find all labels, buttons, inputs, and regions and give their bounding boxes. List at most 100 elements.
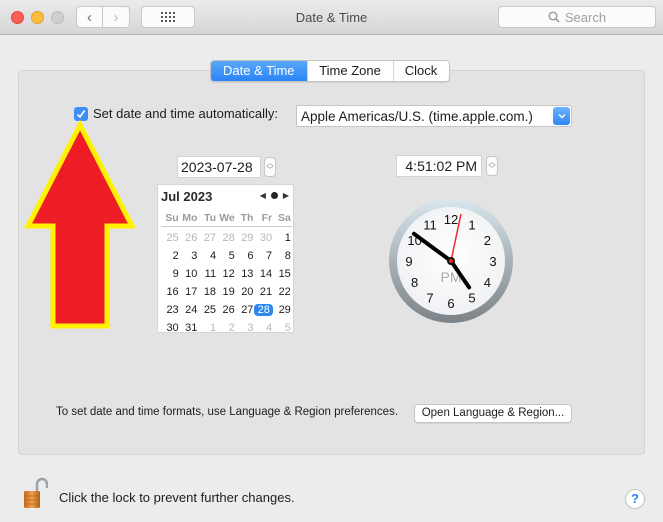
calendar-day[interactable]: 4 bbox=[198, 250, 217, 262]
weekday-label: Tu bbox=[204, 211, 217, 224]
calendar-day[interactable]: 17 bbox=[180, 286, 199, 298]
calendar-day[interactable]: 26 bbox=[180, 232, 199, 244]
calendar-day[interactable]: 20 bbox=[236, 286, 255, 298]
calendar-day[interactable]: 9 bbox=[161, 268, 180, 280]
time-input[interactable]: 4:51:02 PM bbox=[396, 155, 482, 177]
chevron-down-icon[interactable]: ﹀ bbox=[267, 167, 274, 174]
chevron-up-icon[interactable]: ︿ bbox=[489, 159, 496, 166]
time-server-value: Apple Americas/U.S. (time.apple.com.) bbox=[301, 108, 533, 124]
calendar-day[interactable]: 29 bbox=[273, 304, 292, 316]
analog-clock: 12 1234567891011 PM bbox=[389, 199, 513, 323]
calendar-grid: Su Mo Tu We Th Fr Sa 25 26 27 28 29 30 1 2 3 4 5 6 7 8 9 10 11… bbox=[161, 209, 292, 337]
previous-month-icon[interactable]: ◀ bbox=[260, 191, 266, 200]
search-field[interactable]: Search bbox=[498, 6, 656, 28]
search-icon bbox=[548, 11, 560, 23]
calendar-day[interactable]: 21 bbox=[254, 286, 273, 298]
calendar-week-row: 2345678 bbox=[161, 247, 292, 265]
calendar-day[interactable]: 30 bbox=[254, 232, 273, 244]
calendar-week-row: 9 10 11 12 13 14 15 bbox=[161, 265, 292, 283]
tab-clock[interactable]: Clock bbox=[392, 61, 449, 81]
calendar-day[interactable]: 24 bbox=[180, 304, 199, 316]
calendar-day[interactable]: 6 bbox=[236, 250, 255, 262]
calendar-day[interactable]: 16 bbox=[161, 286, 180, 298]
clock-number: 6 bbox=[447, 296, 454, 311]
calendar-day[interactable]: 5 bbox=[273, 322, 292, 334]
calendar-day[interactable]: 3 bbox=[180, 250, 199, 262]
weekday-label: We bbox=[219, 211, 235, 224]
calendar-day[interactable]: 13 bbox=[236, 268, 255, 280]
calendar-day[interactable]: 26 bbox=[217, 304, 236, 316]
checkmark-icon bbox=[76, 109, 86, 118]
calendar-day[interactable]: 25 bbox=[198, 304, 217, 316]
tab-time-zone[interactable]: Time Zone bbox=[306, 61, 393, 81]
calendar-day[interactable]: 31 bbox=[180, 322, 199, 334]
open-language-region-button[interactable]: Open Language & Region... bbox=[414, 404, 572, 423]
help-button[interactable]: ? bbox=[625, 489, 645, 509]
unlocked-padlock-icon[interactable] bbox=[22, 476, 48, 510]
calendar-week-row: 30 31 1 2 3 4 5 bbox=[161, 319, 292, 337]
calendar-day[interactable]: 3 bbox=[236, 322, 255, 334]
auto-time-row: Set date and time automatically: bbox=[74, 106, 278, 121]
today-button[interactable] bbox=[270, 192, 278, 199]
lock-message: Click the lock to prevent further change… bbox=[59, 490, 295, 505]
auto-time-label: Set date and time automatically: bbox=[93, 106, 278, 121]
calendar-day[interactable]: 2 bbox=[161, 250, 180, 262]
calendar-day[interactable]: 23 bbox=[161, 304, 180, 316]
clock-number: 1 bbox=[468, 218, 475, 233]
clock-number: 12 bbox=[444, 212, 458, 227]
clock-number: 7 bbox=[426, 290, 433, 305]
calendar-day[interactable]: 28 bbox=[217, 232, 236, 244]
calendar-month-label: Jul 2023 bbox=[161, 189, 213, 204]
weekday-label: Th bbox=[240, 211, 254, 224]
calendar-day[interactable]: 1 bbox=[273, 232, 292, 244]
clock-number: 9 bbox=[405, 254, 412, 269]
calendar-day[interactable]: 29 bbox=[236, 232, 255, 244]
auto-time-checkbox[interactable] bbox=[74, 106, 88, 121]
calendar-day-selected[interactable]: 28 bbox=[254, 304, 274, 316]
calendar-day[interactable]: 12 bbox=[217, 268, 236, 280]
chevron-up-icon[interactable]: ︿ bbox=[267, 160, 274, 167]
chevron-down-icon[interactable] bbox=[553, 107, 570, 125]
calendar-day[interactable]: 7 bbox=[254, 250, 273, 262]
calendar-day[interactable]: 1 bbox=[198, 322, 217, 334]
clock-number: 8 bbox=[411, 275, 418, 290]
formats-info-text: To set date and time formats, use Langua… bbox=[56, 406, 399, 418]
calendar-navigation: ◀ ▶ bbox=[260, 191, 289, 200]
calendar-day[interactable]: 14 bbox=[254, 268, 273, 280]
calendar-day[interactable]: 19 bbox=[217, 286, 236, 298]
red-up-arrow-annotation bbox=[23, 120, 137, 329]
clock-center-dot bbox=[449, 259, 453, 263]
clock-number: 11 bbox=[423, 218, 437, 233]
clock-number: 5 bbox=[468, 290, 475, 305]
date-stepper[interactable]: ︿ ﹀ bbox=[264, 157, 276, 177]
time-stepper[interactable]: ︿ ﹀ bbox=[486, 156, 498, 176]
title-bar: ‹ › Date & Time Search bbox=[0, 0, 663, 35]
weekday-label: Su bbox=[165, 211, 179, 224]
calendar-day[interactable]: 2 bbox=[217, 322, 236, 334]
weekday-label: Fr bbox=[261, 211, 273, 224]
calendar-day[interactable]: 18 bbox=[198, 286, 217, 298]
calendar-day[interactable]: 27 bbox=[236, 304, 255, 316]
calendar: Jul 2023 ◀ ▶ Su Mo Tu We Th Fr Sa 25 26 27 28 29 30… bbox=[157, 184, 294, 334]
tab-bar: Date & Time Time Zone Clock bbox=[210, 60, 450, 82]
next-month-icon[interactable]: ▶ bbox=[283, 191, 289, 200]
time-server-select[interactable]: Apple Americas/U.S. (time.apple.com.) bbox=[296, 105, 572, 127]
calendar-day[interactable]: 25 bbox=[161, 232, 180, 244]
calendar-day[interactable]: 22 bbox=[273, 286, 292, 298]
tab-date-time[interactable]: Date & Time bbox=[211, 61, 307, 81]
calendar-day[interactable]: 5 bbox=[217, 250, 236, 262]
calendar-day[interactable]: 27 bbox=[198, 232, 217, 244]
weekday-header: Su Mo Tu We Th Fr Sa bbox=[161, 209, 292, 227]
weekday-label: Mo bbox=[182, 211, 198, 224]
calendar-week-row: 25 26 27 28 29 30 1 bbox=[161, 229, 292, 247]
calendar-day[interactable]: 4 bbox=[254, 322, 273, 334]
calendar-day[interactable]: 8 bbox=[273, 250, 292, 262]
chevron-down-icon[interactable]: ﹀ bbox=[489, 166, 496, 173]
date-input[interactable]: 2023-07-28 bbox=[177, 156, 261, 178]
calendar-day[interactable]: 30 bbox=[161, 322, 180, 334]
calendar-day[interactable]: 15 bbox=[273, 268, 292, 280]
calendar-day[interactable]: 10 bbox=[180, 268, 199, 280]
clock-number: 4 bbox=[484, 275, 491, 290]
calendar-week-row: 16 17 18 19 20 21 22 bbox=[161, 283, 292, 301]
calendar-day[interactable]: 11 bbox=[198, 268, 217, 280]
